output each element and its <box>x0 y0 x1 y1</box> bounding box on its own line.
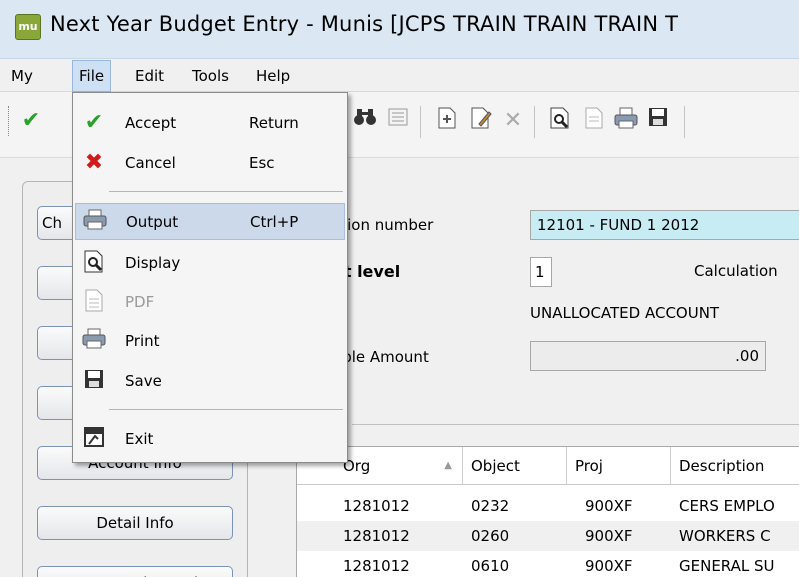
menu-help[interactable]: Help <box>250 60 296 92</box>
calculation-label: Calculation <box>694 262 778 280</box>
cell-org: 1281012 <box>343 527 410 545</box>
menu-item-label: Save <box>125 372 162 390</box>
menu-bar: My File Edit Tools Help <box>0 60 799 92</box>
menu-item-label: Display <box>125 254 181 272</box>
munis-app-icon: mu <box>15 14 41 40</box>
cancel-x-icon: ✖ <box>84 150 104 175</box>
cell-object: 0232 <box>471 497 510 515</box>
window-title: Next Year Budget Entry - Munis [JCPS TRA… <box>50 12 679 36</box>
cell-description: GENERAL SU <box>679 557 775 575</box>
pdf-page-icon <box>81 289 107 315</box>
cell-object: 0260 <box>471 527 510 545</box>
cell-description: CERS EMPLO <box>679 497 775 515</box>
menu-item-display[interactable]: Display <box>75 245 345 282</box>
toolbar-separator <box>534 106 535 138</box>
table-row[interactable]: 1281012 0260 900XF WORKERS C <box>297 521 799 551</box>
file-menu-dropdown: ✔ Accept Return ✖ Cancel Esc Output Ctrl… <box>72 92 348 463</box>
print-icon[interactable] <box>611 106 641 136</box>
cell-proj: 900XF <box>585 557 633 575</box>
toolbar-separator <box>684 106 685 138</box>
cell-org: 1281012 <box>343 497 410 515</box>
add-page-icon[interactable] <box>432 106 462 136</box>
title-bar: mu Next Year Budget Entry - Munis [JCPS … <box>0 0 799 59</box>
cell-proj: 900XF <box>585 527 633 545</box>
menu-item-shortcut: Esc <box>249 154 275 172</box>
list-icon[interactable] <box>383 106 413 136</box>
budget-level-field[interactable]: 1 <box>530 257 552 287</box>
menu-item-accept[interactable]: ✔ Accept Return <box>75 105 345 142</box>
accept-check-icon: ✔ <box>84 110 104 135</box>
accept-check-icon[interactable]: ✔ <box>16 106 46 136</box>
save-disk-icon[interactable] <box>643 106 673 136</box>
cell-org: 1281012 <box>343 557 410 575</box>
table-row[interactable]: 1281012 0610 900XF GENERAL SU <box>297 551 799 577</box>
menu-item-label: Accept <box>125 114 177 132</box>
projection-number-field[interactable]: 12101 - FUND 1 2012 <box>530 210 799 240</box>
sort-ascending-icon: ▲ <box>444 460 452 471</box>
menu-item-print[interactable]: Print <box>75 323 345 360</box>
menu-item-label: Cancel <box>125 154 176 172</box>
table-row[interactable]: 1281012 0232 900XF CERS EMPLO <box>297 491 799 521</box>
cell-description: WORKERS C <box>679 527 771 545</box>
menu-item-shortcut: Ctrl+P <box>250 213 299 231</box>
menu-item-exit[interactable]: Exit <box>75 421 345 458</box>
print-icon <box>81 328 107 354</box>
status-and-search-button[interactable]: Status and Search <box>37 566 233 577</box>
menu-item-save[interactable]: Save <box>75 363 345 400</box>
pdf-icon[interactable] <box>579 106 609 136</box>
column-header-org[interactable]: Org ▲ <box>335 447 463 485</box>
menu-edit[interactable]: Edit <box>129 60 170 92</box>
toolbar-grip[interactable] <box>8 106 12 136</box>
delete-x-icon[interactable]: ✕ <box>498 106 528 136</box>
menu-item-pdf[interactable]: PDF <box>75 284 345 321</box>
grid-header: Org ▲ Object Proj Description <box>297 447 799 485</box>
column-header-object[interactable]: Object <box>463 447 567 485</box>
save-disk-icon <box>81 368 107 394</box>
find-binoculars-icon[interactable] <box>350 106 380 136</box>
display-magnifier-icon <box>81 250 107 276</box>
output-printer-icon <box>82 209 108 235</box>
menu-separator <box>109 409 343 410</box>
cell-object: 0610 <box>471 557 510 575</box>
edit-page-icon[interactable] <box>466 106 496 136</box>
display-icon[interactable] <box>545 106 575 136</box>
menu-separator <box>109 191 343 192</box>
projection-number-label: ction number <box>333 216 434 234</box>
menu-item-shortcut: Return <box>249 114 299 132</box>
menu-item-output[interactable]: Output Ctrl+P <box>75 203 345 240</box>
menu-file[interactable]: File <box>72 60 112 92</box>
column-header-description[interactable]: Description <box>671 447 799 485</box>
detail-info-button[interactable]: Detail Info <box>37 506 233 540</box>
menu-item-label: Exit <box>125 430 154 448</box>
unallocated-account-label: UNALLOCATED ACCOUNT <box>530 304 720 322</box>
account-fieldset-border <box>322 424 799 425</box>
column-header-proj[interactable]: Proj <box>567 447 671 485</box>
menu-item-label: Print <box>125 332 160 350</box>
menu-item-label: Output <box>126 213 179 231</box>
toolbar-separator <box>420 106 421 138</box>
menu-tools[interactable]: Tools <box>186 60 235 92</box>
available-amount-field: .00 <box>530 341 766 371</box>
menu-item-cancel[interactable]: ✖ Cancel Esc <box>75 145 345 182</box>
menu-my[interactable]: My <box>5 60 39 92</box>
menu-item-label: PDF <box>125 293 155 311</box>
cell-proj: 900XF <box>585 497 633 515</box>
account-grid: Org ▲ Object Proj Description 1281012 02… <box>296 446 799 577</box>
exit-door-icon <box>81 426 107 452</box>
